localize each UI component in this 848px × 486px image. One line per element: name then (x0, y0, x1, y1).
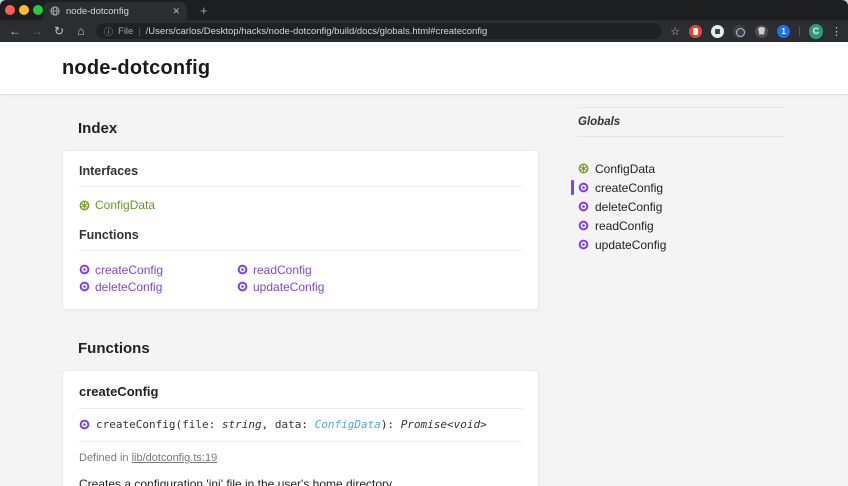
adblock-extension-icon[interactable] (689, 25, 702, 38)
site-header: node-dotconfig (0, 42, 848, 95)
back-icon[interactable]: ← (4, 24, 26, 38)
function-entry-name: createConfig (79, 384, 522, 409)
sidebar-item-createconfig[interactable]: createConfig (578, 178, 786, 197)
sidebar-list: ConfigData createConfig deleteConfig rea… (578, 159, 786, 254)
reload-icon[interactable]: ↻ (48, 24, 70, 38)
interface-icon (79, 200, 90, 211)
page-title: node-dotconfig (62, 57, 210, 80)
browser-menu-icon[interactable]: ⋮ (831, 25, 842, 38)
function-link-readconfig[interactable]: readConfig (253, 263, 312, 277)
function-icon (79, 264, 90, 275)
bookmark-star-icon[interactable]: ☆ (670, 25, 680, 38)
close-button[interactable] (5, 5, 15, 15)
sidebar-item-updateconfig[interactable]: updateConfig (578, 235, 786, 254)
sidebar-link[interactable]: updateConfig (595, 238, 666, 252)
sidebar-link[interactable]: deleteConfig (595, 200, 662, 214)
profile-avatar[interactable]: C (809, 24, 823, 39)
function-icon (578, 182, 589, 193)
functions-label: Functions (79, 228, 522, 251)
zoom-button[interactable] (33, 5, 43, 15)
forward-icon[interactable]: → (26, 24, 48, 38)
main-column: Index Interfaces ConfigData Functions (62, 96, 539, 486)
globe-favicon-icon (50, 6, 60, 16)
function-link-deleteconfig[interactable]: deleteConfig (95, 280, 162, 294)
browser-window: node-dotconfig ✕ + ← → ↻ ⌂ ⓘ File | /Use… (0, 0, 848, 486)
tab-close-icon[interactable]: ✕ (172, 6, 180, 17)
sidebar-link[interactable]: ConfigData (595, 162, 655, 176)
function-link-createconfig[interactable]: createConfig (95, 263, 163, 277)
toolbar-divider: | (798, 26, 801, 37)
divider (578, 136, 786, 137)
list-item: updateConfig (237, 278, 522, 295)
list-item: createConfig (79, 261, 237, 278)
page-content: node-dotconfig Index Interfaces ConfigDa… (0, 42, 848, 486)
browser-tab[interactable]: node-dotconfig ✕ (43, 2, 187, 20)
interface-link-configdata[interactable]: ConfigData (95, 198, 155, 212)
function-icon (237, 281, 248, 292)
type-link-configdata[interactable]: ConfigData (315, 418, 381, 431)
clock-extension-icon[interactable] (733, 25, 746, 38)
sidebar-link[interactable]: readConfig (595, 219, 654, 233)
signature-text: createConfig(file: string, data: ConfigD… (96, 418, 487, 431)
home-icon[interactable]: ⌂ (70, 24, 92, 38)
createconfig-card: createConfig createConfig(file: string, … (62, 370, 539, 486)
list-item: readConfig (237, 261, 522, 278)
sidebar-item-deleteconfig[interactable]: deleteConfig (578, 197, 786, 216)
function-icon (237, 264, 248, 275)
tab-strip: node-dotconfig ✕ + (0, 0, 848, 20)
address-bar[interactable]: ⓘ File | /Users/carlos/Desktop/hacks/nod… (96, 23, 662, 39)
interface-icon (578, 163, 589, 174)
function-icon (578, 220, 589, 231)
list-item: deleteConfig (79, 278, 237, 295)
interfaces-label: Interfaces (79, 164, 522, 187)
functions-index-list: createConfig deleteConfig readConfig upd… (79, 261, 522, 295)
sidebar-item-readconfig[interactable]: readConfig (578, 216, 786, 235)
function-icon (79, 281, 90, 292)
functions-section-heading: Functions (62, 340, 539, 357)
active-indicator (571, 180, 574, 195)
list-item: ConfigData (79, 198, 522, 212)
info-icon[interactable]: ⓘ (104, 25, 113, 38)
tab-title: node-dotconfig (66, 6, 166, 17)
sidebar-link[interactable]: createConfig (595, 181, 663, 195)
url-path: /Users/carlos/Desktop/hacks/node-dotconf… (146, 26, 488, 37)
new-tab-icon[interactable]: + (200, 3, 208, 19)
extension-icon-2[interactable] (711, 25, 724, 38)
source-file-link[interactable]: lib/dotconfig.ts:19 (132, 452, 218, 464)
url-separator: | (138, 26, 140, 36)
defined-in: Defined in lib/dotconfig.ts:19 (79, 452, 522, 464)
function-signature: createConfig(file: string, data: ConfigD… (79, 409, 522, 442)
shield-extension-icon[interactable] (755, 25, 768, 38)
function-link-updateconfig[interactable]: updateConfig (253, 280, 324, 294)
function-icon (578, 239, 589, 250)
globals-sidebar: Globals ConfigData createConfig (578, 107, 786, 254)
function-icon (578, 201, 589, 212)
index-heading: Index (62, 120, 539, 137)
sidebar-heading: Globals (578, 108, 786, 136)
onepassword-extension-icon[interactable]: 1 (777, 25, 790, 38)
minimize-button[interactable] (19, 5, 29, 15)
browser-toolbar: ← → ↻ ⌂ ⓘ File | /Users/carlos/Desktop/h… (0, 20, 848, 42)
url-scheme-label: File (118, 26, 133, 37)
function-icon (79, 419, 90, 430)
sidebar-item-configdata[interactable]: ConfigData (578, 159, 786, 178)
function-description: Creates a configuration 'ini' file in th… (79, 477, 522, 486)
index-card: Interfaces ConfigData Functions createCo… (62, 150, 539, 310)
